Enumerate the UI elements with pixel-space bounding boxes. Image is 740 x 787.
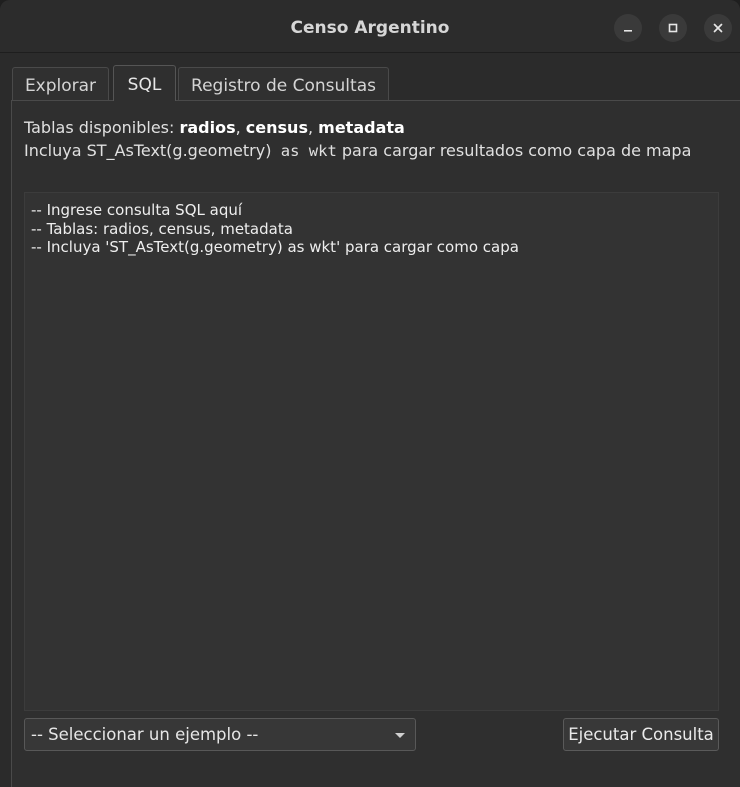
available-tables-line: Tablas disponibles: radios, census, meta…: [24, 116, 724, 139]
example-select[interactable]: -- Seleccionar un ejemplo --: [24, 718, 416, 751]
minimize-button[interactable]: [614, 14, 642, 42]
tables-prefix: Tablas disponibles:: [24, 118, 180, 137]
sql-editor[interactable]: -- Ingrese consulta SQL aquí -- Tablas: …: [24, 192, 719, 711]
example-select-value: -- Seleccionar un ejemplo --: [31, 725, 259, 744]
hint-code-wkt: as wkt: [271, 142, 337, 160]
separator: ,: [235, 118, 246, 137]
close-button[interactable]: [704, 14, 732, 42]
minimize-icon: [624, 30, 632, 32]
hint-prefix: Incluya: [24, 141, 87, 160]
maximize-button[interactable]: [659, 14, 687, 42]
separator: ,: [307, 118, 319, 137]
table-name-census: census: [245, 118, 308, 137]
hint-suffix: para cargar resultados como capa de mapa: [336, 141, 692, 160]
app-window: Censo Argentino Explorar SQL Registro de…: [0, 0, 740, 787]
tab-sql[interactable]: SQL: [113, 65, 176, 101]
run-query-button[interactable]: Ejecutar Consulta: [563, 718, 719, 751]
table-name-metadata: metadata: [318, 118, 405, 137]
hint-code-astext: ST_AsText(g.geometry): [86, 141, 272, 160]
close-icon: [713, 23, 723, 33]
tab-registro-de-consultas[interactable]: Registro de Consultas: [178, 67, 389, 100]
maximize-icon: [668, 23, 678, 33]
info-text: Tablas disponibles: radios, census, meta…: [24, 116, 724, 163]
titlebar: Censo Argentino: [0, 0, 740, 53]
hint-line: Incluya ST_AsText(g.geometry) as wkt par…: [24, 139, 724, 163]
table-name-radios: radios: [179, 118, 236, 137]
tab-explorar[interactable]: Explorar: [12, 67, 109, 100]
chevron-down-icon: [395, 733, 405, 738]
